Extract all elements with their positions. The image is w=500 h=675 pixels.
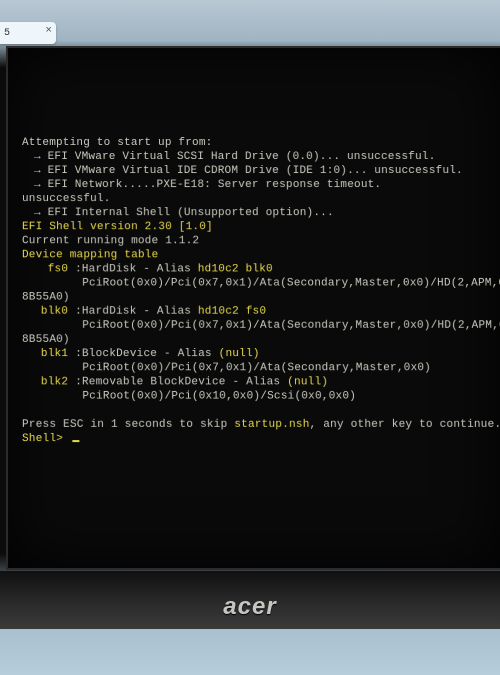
device-entry: blk1 :BlockDevice - Alias (null): [22, 347, 500, 361]
device-path: PciRoot(0x0)/Pci(0x7,0x1)/Ata(Secondary,…: [22, 276, 500, 290]
shell-prompt: Shell>: [22, 433, 70, 445]
press-pre: Press ESC in 1 seconds to skip: [22, 419, 234, 431]
device-path-tail: 8B55A0): [22, 333, 500, 347]
attempt-line: → EFI Internal Shell (Unsupported option…: [22, 206, 500, 220]
device-alias: (null): [287, 376, 328, 388]
startup-file: startup.nsh: [234, 419, 309, 431]
press-post: , any other key to continue.: [310, 419, 500, 431]
device-path: PciRoot(0x0)/Pci(0x7,0x1)/Ata(Secondary,…: [22, 319, 500, 333]
attempt-header: Attempting to start up from:: [22, 136, 500, 150]
browser-tab-stub: 5 ×: [0, 22, 56, 44]
device-desc: :Removable BlockDevice - Alias: [75, 376, 287, 388]
device-desc: :HardDisk - Alias: [75, 306, 198, 318]
attempt-line: → EFI VMware Virtual IDE CDROM Drive (ID…: [22, 164, 500, 178]
attempt-line: → EFI Network.....PXE-E18: Server respon…: [22, 178, 500, 192]
text-cursor-icon: [72, 440, 79, 442]
device-desc: :BlockDevice - Alias: [75, 348, 219, 360]
shell-prompt-line[interactable]: Shell>: [22, 432, 500, 446]
device-alias: hd10c2 blk0: [198, 263, 273, 275]
device-name: fs0: [22, 262, 68, 276]
device-path-tail: 8B55A0): [22, 291, 500, 305]
monitor-screen: Attempting to start up from: → EFI VMwar…: [8, 48, 500, 568]
device-alias: (null): [219, 348, 260, 360]
device-name: blk2: [22, 375, 68, 389]
shell-mode: Current running mode 1.1.2: [22, 234, 500, 248]
device-alias: hd10c2 fs0: [198, 306, 266, 318]
blank-line: [22, 404, 500, 418]
device-path: PciRoot(0x0)/Pci(0x7,0x1)/Ata(Secondary,…: [22, 361, 500, 375]
device-path: PciRoot(0x0)/Pci(0x10,0x0)/Scsi(0x0,0x0): [22, 389, 500, 403]
device-desc: :HardDisk - Alias: [75, 263, 198, 275]
shell-version: EFI Shell version 2.30 [1.0]: [22, 220, 500, 234]
device-entry: blk0 :HardDisk - Alias hd10c2 fs0: [22, 305, 500, 319]
desk-surface: [0, 629, 500, 675]
attempt-line: unsuccessful.: [22, 192, 500, 206]
efi-console: Attempting to start up from: → EFI VMwar…: [22, 136, 500, 446]
tab-label: 5: [4, 28, 10, 39]
device-name: blk0: [22, 305, 68, 319]
close-icon[interactable]: ×: [45, 25, 52, 37]
press-esc-line: Press ESC in 1 seconds to skip startup.n…: [22, 418, 500, 432]
device-entry: blk2 :Removable BlockDevice - Alias (nul…: [22, 375, 500, 389]
monitor-brand-logo: acer: [223, 593, 276, 621]
device-map-header: Device mapping table: [22, 248, 500, 262]
device-name: blk1: [22, 347, 68, 361]
attempt-line: → EFI VMware Virtual SCSI Hard Drive (0.…: [22, 150, 500, 164]
monitor-photo: 5 × Attempting to start up from: → EFI V…: [0, 0, 500, 675]
device-entry: fs0 :HardDisk - Alias hd10c2 blk0: [22, 262, 500, 276]
